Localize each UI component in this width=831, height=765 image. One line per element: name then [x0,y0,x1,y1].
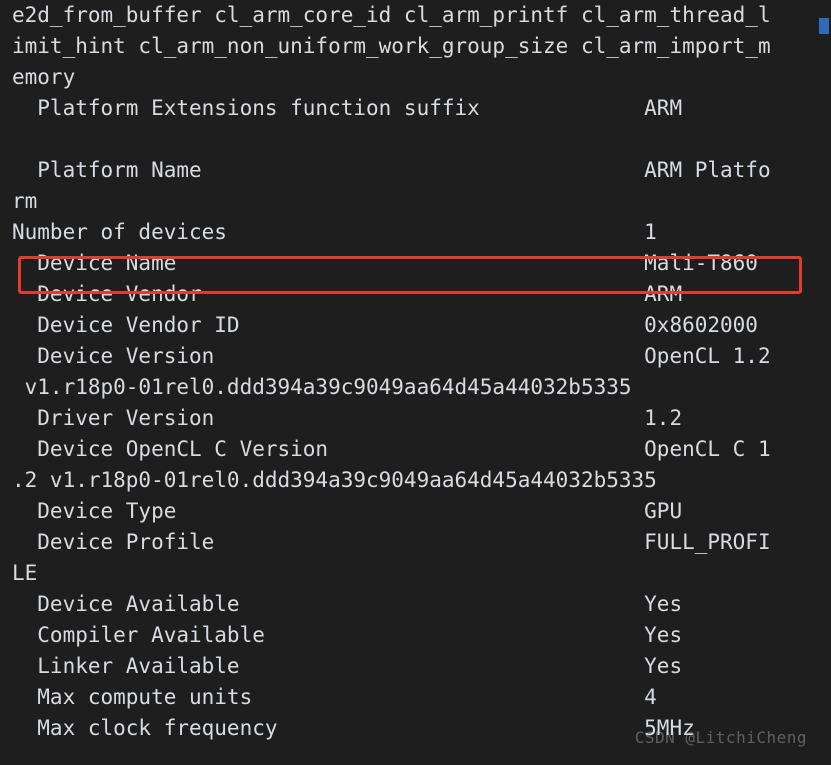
terminal-output: e2d_from_buffer cl_arm_core_id cl_arm_pr… [12,0,771,744]
scrollbar-track[interactable] [815,0,831,765]
scrollbar-thumb[interactable] [819,18,829,34]
